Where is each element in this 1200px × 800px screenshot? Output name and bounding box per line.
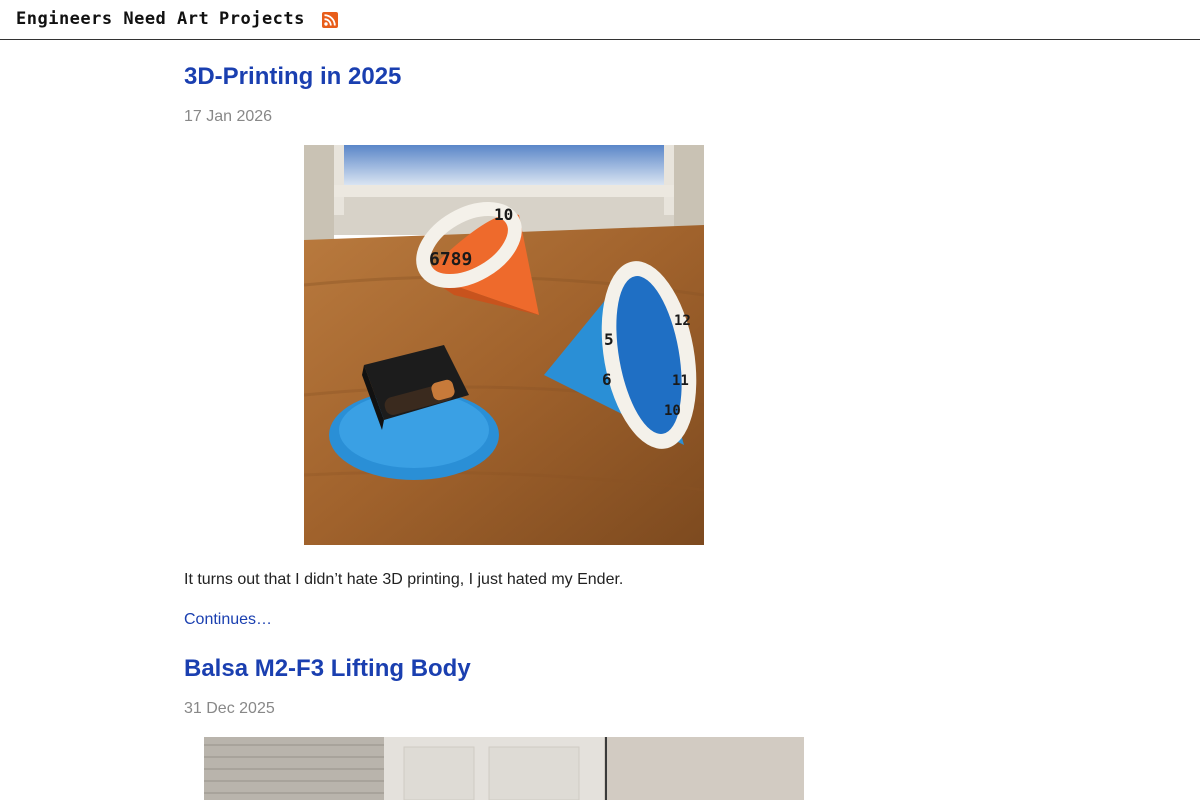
photo-room-interior — [204, 737, 804, 800]
svg-text:6: 6 — [602, 370, 612, 389]
post-title-link[interactable]: Balsa M2-F3 Lifting Body — [184, 655, 471, 683]
svg-text:10: 10 — [494, 205, 513, 224]
svg-text:6789: 6789 — [429, 249, 472, 270]
svg-text:5: 5 — [604, 330, 614, 349]
rss-feed-icon — [322, 12, 338, 28]
post-excerpt: It turns out that I didn’t hate 3D print… — [184, 571, 624, 588]
svg-text:11: 11 — [672, 373, 689, 389]
post-title-link[interactable]: 3D-Printing in 2025 — [184, 63, 401, 91]
site-title-link[interactable]: Engineers Need Art — [16, 9, 209, 29]
continues-link[interactable]: Continues… — [184, 611, 272, 629]
post-date: 17 Jan 2026 — [184, 108, 273, 125]
post-image-3d-printing[interactable]: 6789 10 5 6 12 11 10 — [304, 145, 704, 545]
post-image-balsa[interactable] — [204, 737, 804, 800]
top-navigation-bar: Engineers Need Art Projects — [0, 0, 1200, 40]
svg-text:10: 10 — [664, 403, 681, 419]
photo-3d-printed-cones-and-clock: 6789 10 5 6 12 11 10 — [304, 145, 704, 545]
svg-text:12: 12 — [674, 313, 691, 329]
rss-feed-link[interactable] — [322, 12, 338, 28]
nav-projects-link[interactable]: Projects — [219, 9, 305, 29]
post-date: 31 Dec 2025 — [184, 700, 275, 717]
